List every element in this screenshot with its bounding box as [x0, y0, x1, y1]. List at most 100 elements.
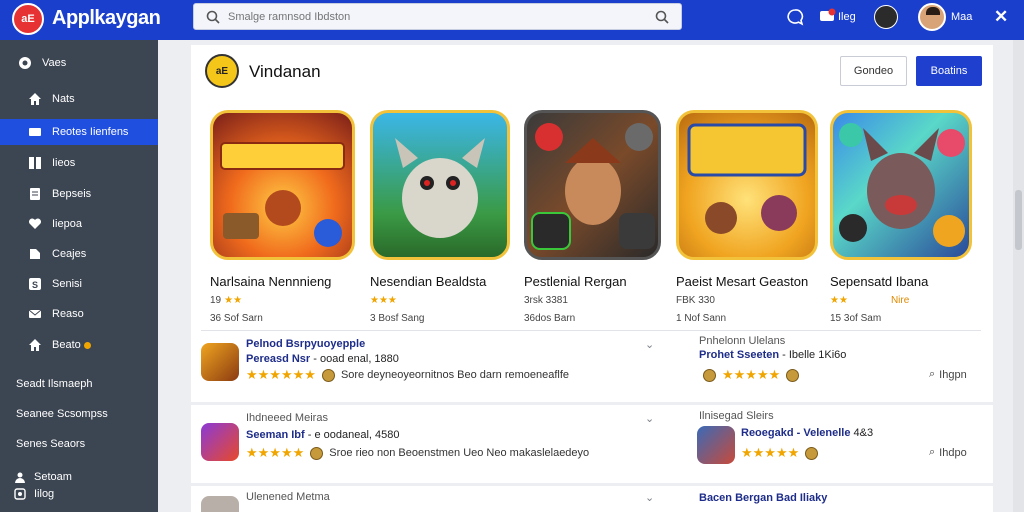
sidebar-item-iiepoa[interactable]: Iiepoa — [0, 211, 158, 237]
chevron-down-icon[interactable]: ⌄ — [645, 491, 654, 504]
section-badge: aE — [215, 65, 229, 77]
app-card[interactable]: Sepensatd Ibana ★★ Nire 15 3of Sam — [830, 110, 972, 324]
chat-icon[interactable] — [786, 8, 804, 26]
app-card[interactable]: Narlsaina Nennnieng 19 ★★ 36 Sof Sarn — [210, 110, 355, 324]
search-bar[interactable] — [193, 3, 682, 30]
app-logo[interactable]: aE — [12, 3, 44, 35]
app-card[interactable]: Nesendian Bealdsta ★★★ 3 Bosf Sang — [370, 110, 510, 324]
list-item-icon[interactable] — [201, 496, 239, 512]
list-item-rating: ★★★★★ Sroe rieo non Beoenstmen Ueo Neo ma… — [246, 445, 590, 460]
sidebar-item-label: Senisi — [52, 278, 82, 290]
app-art — [524, 110, 661, 260]
divider — [201, 330, 981, 331]
sidebar-item-iieos[interactable]: Iieos — [0, 150, 158, 176]
sidebar-item-senisi[interactable]: S Senisi — [0, 271, 158, 297]
app-name: Nesendian Bealdsta — [370, 274, 487, 289]
search-input[interactable] — [228, 8, 638, 26]
scrollbar[interactable] — [1013, 40, 1024, 512]
coin-icon — [805, 446, 819, 460]
search-icon: ⌕ — [929, 368, 936, 380]
svg-text:S: S — [32, 280, 38, 290]
home-icon — [28, 338, 42, 352]
search-submit-icon[interactable] — [655, 10, 669, 24]
list-item-action[interactable]: ⌕ Ihgpn — [929, 368, 967, 381]
sidebar-item-label: Nats — [52, 93, 75, 105]
app-name: Sepensatd Ibana — [830, 274, 929, 289]
sidebar-item-vaes[interactable]: Vaes — [0, 50, 158, 76]
app-meta: FBK 330 — [676, 295, 715, 306]
list-item-icon[interactable] — [201, 423, 239, 461]
list-item-title[interactable]: Pelnod Bsrpyuoyepple — [246, 338, 365, 350]
close-icon[interactable]: ✕ — [994, 7, 1008, 27]
coin-icon — [321, 368, 335, 382]
chevron-down-icon[interactable]: ⌄ — [645, 412, 654, 425]
app-art — [210, 110, 355, 260]
sidebar-item-label: Vaes — [42, 57, 67, 69]
scroll-thumb[interactable] — [1015, 190, 1022, 250]
avatar[interactable] — [874, 5, 898, 29]
rating-stars: ★★★ — [370, 295, 397, 306]
app-title[interactable]: Applkaygan — [52, 7, 161, 30]
list-item-action[interactable]: ⌕ Ihdpo — [929, 446, 967, 459]
sidebar-item-beato[interactable]: Beato — [0, 332, 158, 358]
sidebar-item-reotes[interactable]: Reotes Iienfens — [0, 119, 158, 145]
list-item-rating: ★★★★★ — [699, 367, 803, 383]
sidebar-footer-iilog[interactable]: Iilog — [14, 488, 54, 500]
list-item-sub: Seeman Ibf - e oodaneal, 4580 — [246, 429, 400, 441]
list-panel: Ulenened Metma ⌄ Bacen Bergan Bad Iliaky — [191, 486, 993, 512]
sidebar-item-label: Reotes Iienfens — [52, 126, 129, 138]
sidebar-item-label: Iieos — [52, 157, 76, 169]
sidebar-footer-label: Iilog — [34, 488, 55, 500]
list-item-right: Reoegakd - Velenelle 4&3 — [741, 427, 874, 439]
rating-stars: ★★ — [224, 295, 243, 306]
app-name: Pestlenial Rergan — [524, 274, 627, 289]
list-item-right: Prohet Sseeten - Ibelle 1Ki6o — [699, 349, 847, 361]
app-name: Narlsaina Nennnieng — [210, 274, 332, 289]
sidebar-footer-setoam[interactable]: Setoam — [14, 471, 72, 483]
notification-label[interactable]: Ileg — [838, 11, 856, 23]
user-name[interactable]: Maa — [951, 11, 972, 23]
secondary-button[interactable]: Gondeo — [840, 56, 907, 86]
coin-icon — [786, 368, 800, 382]
sidebar-item-reaso[interactable]: Reaso — [0, 301, 158, 327]
user-avatar[interactable] — [918, 3, 946, 31]
app-art — [370, 110, 510, 260]
list-item-icon[interactable] — [697, 426, 735, 464]
list-panel: Ihdneeed Meiras Seeman Ibf - e oodaneal,… — [191, 405, 993, 483]
app-card[interactable]: Pestlenial Rergan 3rsk 3381 36dos Barn — [524, 110, 661, 324]
section-logo: aE — [205, 54, 239, 88]
app-meta: ★★ Nire — [830, 295, 972, 306]
list-item-grey: Ilnisegad Sleirs — [699, 410, 774, 422]
app-card[interactable]: Paeist Mesart Geaston FBK 330 1 Nof Sann — [676, 110, 818, 324]
primary-button[interactable]: Boatins — [916, 56, 982, 86]
app-meta: ★★★ — [370, 295, 510, 306]
rating-stars: ★★★★★★ — [246, 367, 316, 382]
sidebar-item-nats[interactable]: Nats — [0, 86, 158, 112]
app-sub: 3 Bosf Sang — [370, 313, 425, 324]
chevron-down-icon[interactable]: ⌄ — [645, 338, 654, 351]
featured-panel: aE Vindanan Gondeo Boatins Narlsaina Nen… — [191, 45, 993, 402]
badge-icon — [83, 341, 91, 349]
app-meta: 19 ★★ — [210, 295, 243, 306]
list-item-rating: ★★★★★ — [741, 445, 822, 461]
sidebar-item-bepseis[interactable]: Bepseis — [0, 181, 158, 207]
doc-icon — [28, 187, 42, 201]
rating-stars: ★★★★★ — [741, 445, 800, 460]
sidebar-link[interactable]: Seadt Ilsmaeph — [16, 378, 92, 390]
notification-icon[interactable] — [818, 8, 836, 26]
badge-icon — [703, 368, 716, 382]
sidebar-item-label: Beato — [52, 339, 81, 351]
sidebar-item-label: Iiepoa — [52, 218, 82, 230]
sidebar-link[interactable]: Senes Seaors — [16, 438, 85, 450]
sidebar-link[interactable]: Seanee Scsompss — [16, 408, 108, 420]
sidebar-item-ceajes[interactable]: Ceajes — [0, 241, 158, 267]
list-item-icon[interactable] — [201, 343, 239, 381]
rating-stars: ★★ — [830, 295, 848, 306]
rating-stars: ★★★★★ — [246, 445, 305, 460]
coin-icon — [310, 446, 324, 460]
list-item-sub: Pereasd Nsr - ooad enal, 1880 — [246, 353, 399, 365]
app-art — [676, 110, 818, 260]
grid-icon — [28, 156, 42, 170]
app-sub: 1 Nof Sann — [676, 313, 727, 324]
s-icon: S — [28, 277, 42, 291]
